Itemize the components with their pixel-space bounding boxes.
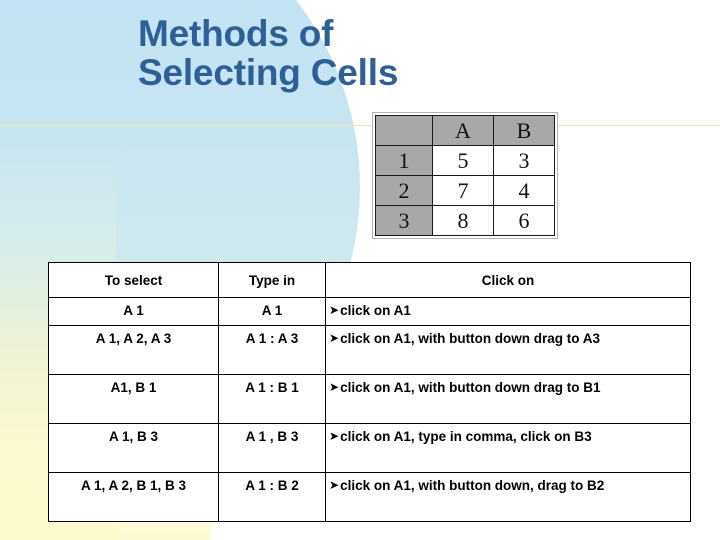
arrow-bullet-icon: ➤	[329, 429, 340, 443]
background-horizontal-rule	[0, 125, 720, 126]
methods-table-header-row: To select Type in Click on	[48, 262, 691, 298]
spreadsheet-illustration: A B 1 5 3 2 7 4 3 8 6	[372, 112, 558, 239]
spreadsheet-cell-b3: 6	[493, 205, 555, 236]
column-header-click-on: Click on	[325, 262, 691, 298]
cell-click-on-text: click on A1, with button down, drag to B…	[340, 478, 605, 493]
column-header-to-select: To select	[48, 262, 219, 298]
cell-type-in: A 1 : B 1	[218, 374, 326, 424]
spreadsheet-column-header-b: B	[493, 115, 555, 146]
cell-type-in: A 1 , B 3	[218, 423, 326, 473]
cell-type-in: A 1	[218, 297, 326, 326]
spreadsheet-header-row: A B	[375, 115, 555, 146]
spreadsheet-row-header-1: 1	[375, 145, 433, 176]
slide-title: Methods of Selecting Cells	[138, 13, 399, 94]
spreadsheet-row-header-2: 2	[375, 175, 433, 206]
table-row: A 1, A 2, A 3 A 1 : A 3 ➤click on A1, wi…	[48, 325, 691, 375]
cell-click-on-text: click on A1, with button down drag to A3	[340, 331, 601, 346]
cell-click-on-text: click on A1, type in comma, click on B3	[340, 429, 592, 444]
spreadsheet-row: 3 8 6	[375, 205, 555, 236]
arrow-bullet-icon: ➤	[329, 380, 340, 394]
cell-to-select: A1, B 1	[48, 374, 219, 424]
arrow-bullet-icon: ➤	[329, 331, 340, 345]
cell-to-select: A 1, A 2, B 1, B 3	[48, 472, 219, 522]
spreadsheet-row: 2 7 4	[375, 175, 555, 206]
spreadsheet-row-header-3: 3	[375, 205, 433, 236]
cell-type-in: A 1 : B 2	[218, 472, 326, 522]
methods-table: To select Type in Click on A 1 A 1 ➤clic…	[48, 262, 691, 522]
spreadsheet-cell-a2: 7	[432, 175, 494, 206]
cell-to-select: A 1	[48, 297, 219, 326]
column-header-type-in: Type in	[218, 262, 326, 298]
table-row: A 1, A 2, B 1, B 3 A 1 : B 2 ➤click on A…	[48, 472, 691, 522]
cell-to-select: A 1, B 3	[48, 423, 219, 473]
spreadsheet-grid: A B 1 5 3 2 7 4 3 8 6	[375, 115, 555, 236]
spreadsheet-corner-cell	[375, 115, 433, 146]
arrow-bullet-icon: ➤	[329, 303, 340, 317]
cell-click-on: ➤click on A1, with button down, drag to …	[325, 472, 691, 522]
spreadsheet-cell-a1: 5	[432, 145, 494, 176]
cell-click-on: ➤click on A1, with button down drag to A…	[325, 325, 691, 375]
spreadsheet-cell-b1: 3	[493, 145, 555, 176]
table-row: A 1, B 3 A 1 , B 3 ➤click on A1, type in…	[48, 423, 691, 473]
cell-click-on-text: click on A1, with button down drag to B1	[340, 380, 601, 395]
cell-to-select: A 1, A 2, A 3	[48, 325, 219, 375]
spreadsheet-cell-b2: 4	[493, 175, 555, 206]
spreadsheet-row: 1 5 3	[375, 145, 555, 176]
spreadsheet-column-header-a: A	[432, 115, 494, 146]
arrow-bullet-icon: ➤	[329, 478, 340, 492]
cell-click-on: ➤click on A1, type in comma, click on B3	[325, 423, 691, 473]
cell-type-in: A 1 : A 3	[218, 325, 326, 375]
cell-click-on: ➤click on A1	[325, 297, 691, 326]
cell-click-on: ➤click on A1, with button down drag to B…	[325, 374, 691, 424]
spreadsheet-cell-a3: 8	[432, 205, 494, 236]
table-row: A1, B 1 A 1 : B 1 ➤click on A1, with but…	[48, 374, 691, 424]
table-row: A 1 A 1 ➤click on A1	[48, 297, 691, 326]
cell-click-on-text: click on A1	[340, 303, 411, 318]
